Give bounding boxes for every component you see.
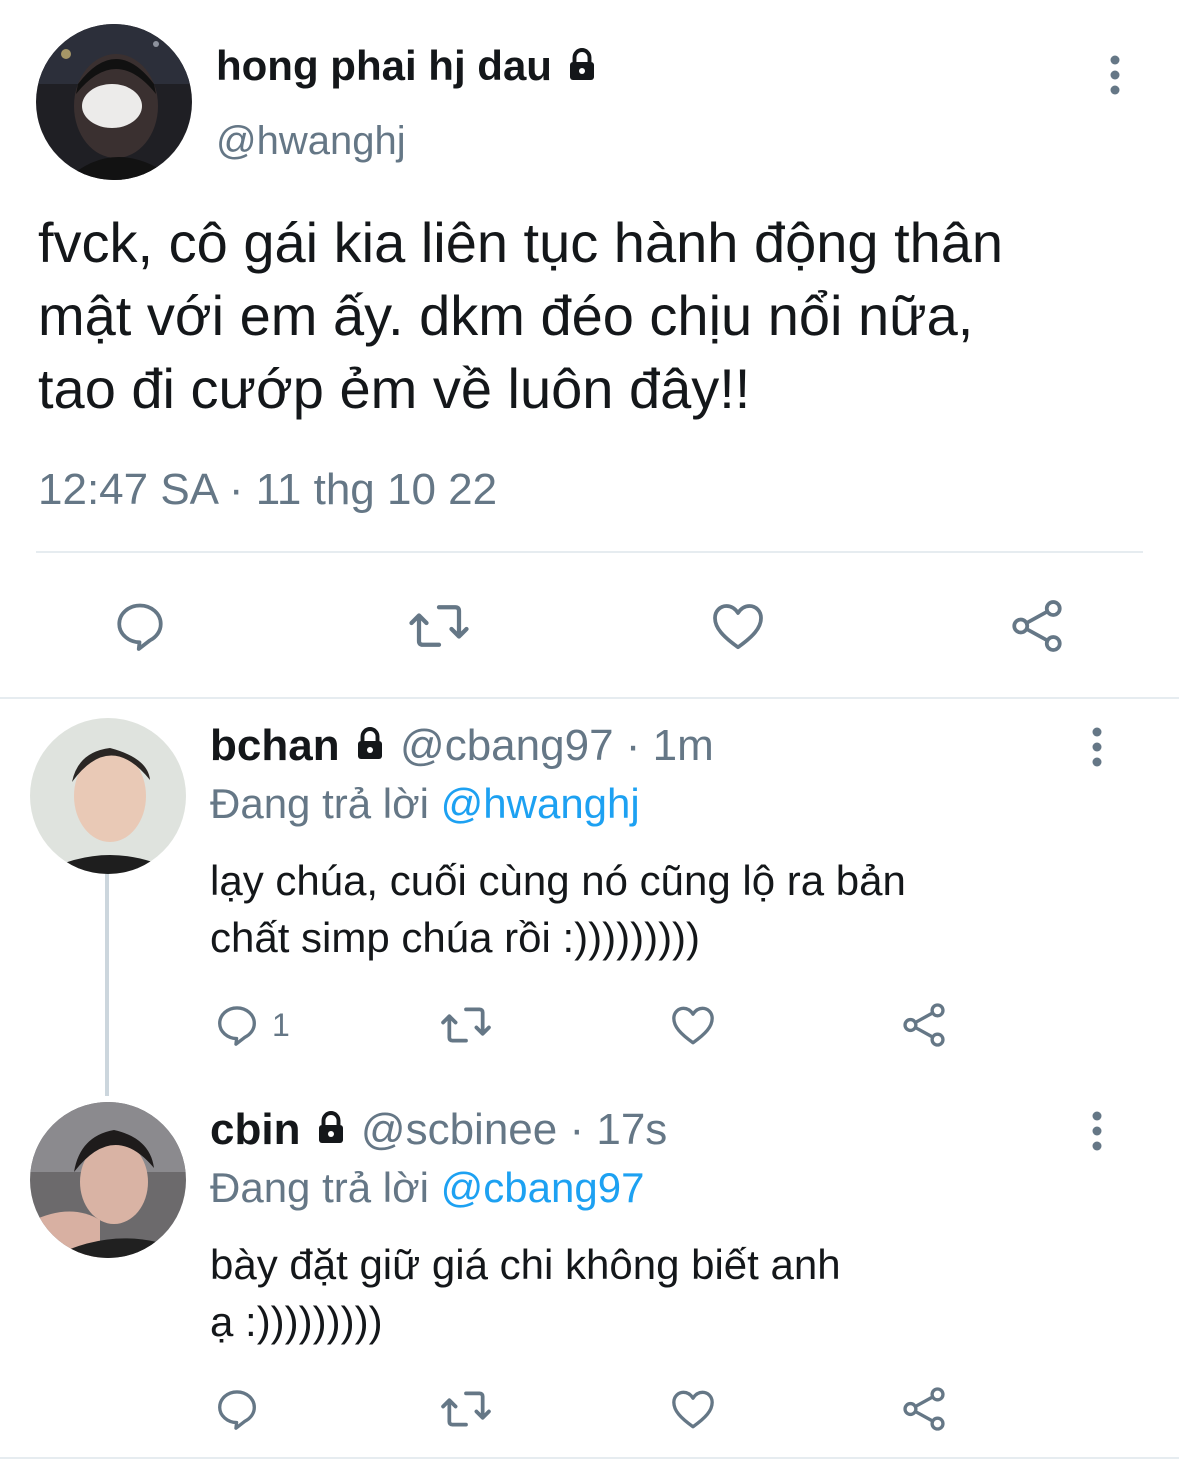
retweet-icon <box>409 605 469 647</box>
share-button[interactable] <box>898 1000 950 1050</box>
retweet-button[interactable] <box>438 1000 494 1050</box>
reply-handle-time[interactable]: @cbang97 · 1m <box>400 721 714 770</box>
reply-display-name[interactable]: cbin <box>210 1105 300 1154</box>
replying-to-link[interactable]: @hwanghj <box>441 780 640 827</box>
lock-icon <box>352 722 388 774</box>
tweet-text-line: mật với em ấy. dkm đéo chịu nổi nữa, <box>38 284 974 347</box>
tweet-text-line: fvck, cô gái kia liên tục hành động thân <box>38 211 1004 274</box>
tweet-timestamp[interactable]: 12:47 SA · 11 thg 10 22 <box>38 462 497 518</box>
reply-count: 1 <box>272 1006 290 1043</box>
like-button[interactable] <box>668 1384 718 1434</box>
heart-icon <box>713 604 763 650</box>
replying-to-label: Đang trả lời <box>210 780 429 827</box>
reply-display-name[interactable]: bchan <box>210 721 340 770</box>
section-divider <box>0 697 1179 699</box>
reply-avatar[interactable] <box>30 718 186 874</box>
share-button[interactable] <box>1006 596 1068 656</box>
share-icon <box>903 1387 945 1431</box>
tweet-text-line: tao đi cướp ẻm về luôn đây!! <box>38 357 751 420</box>
reply-icon <box>117 603 163 651</box>
more-vertical-icon[interactable] <box>1080 727 1114 767</box>
heart-icon <box>672 1390 714 1429</box>
reply-text-line: ạ :))))))))) <box>210 1298 383 1345</box>
replying-to-label: Đang trả lời <box>210 1164 429 1211</box>
reply-button[interactable] <box>212 1384 272 1434</box>
divider <box>36 551 1143 553</box>
retweet-icon <box>441 1391 491 1427</box>
reply-avatar[interactable] <box>30 1102 186 1258</box>
tweet-text: fvck, cô gái kia liên tục hành động thân… <box>38 206 1003 425</box>
retweet-button[interactable] <box>406 596 472 656</box>
author-handle[interactable]: @hwanghj <box>216 116 406 166</box>
retweet-button[interactable] <box>438 1384 494 1434</box>
replying-to-link[interactable]: @cbang97 <box>441 1164 645 1211</box>
author-avatar[interactable] <box>36 24 192 180</box>
lock-icon <box>564 43 600 95</box>
author-display-name[interactable]: hong phai hj dau <box>216 42 552 89</box>
like-button[interactable] <box>708 596 768 656</box>
reply-text-line: chất simp chúa rồi :))))))))) <box>210 914 701 961</box>
more-vertical-icon[interactable] <box>1080 1111 1114 1151</box>
reply-text: bày đặt giữ giá chi không biết anh ạ :))… <box>210 1236 841 1350</box>
bottom-divider <box>0 1457 1179 1459</box>
reply-icon <box>218 1390 256 1430</box>
thread-line <box>105 872 109 1096</box>
reply-handle-time[interactable]: @scbinee · 17s <box>361 1105 667 1154</box>
reply-text: lạy chúa, cuối cùng nó cũng lộ ra bản ch… <box>210 852 906 966</box>
reply-button[interactable]: 1 <box>212 1000 290 1050</box>
reply-button[interactable] <box>110 596 170 656</box>
retweet-icon <box>441 1007 491 1043</box>
heart-icon <box>672 1006 714 1045</box>
reply-text-line: lạy chúa, cuối cùng nó cũng lộ ra bản <box>210 857 906 904</box>
reply-icon <box>218 1006 256 1046</box>
like-button[interactable] <box>668 1000 718 1050</box>
share-icon <box>1012 600 1062 652</box>
share-button[interactable] <box>898 1384 950 1434</box>
reply-text-line: bày đặt giữ giá chi không biết anh <box>210 1241 841 1288</box>
more-vertical-icon[interactable] <box>1098 54 1132 96</box>
share-icon <box>903 1003 945 1047</box>
lock-icon <box>313 1106 349 1158</box>
